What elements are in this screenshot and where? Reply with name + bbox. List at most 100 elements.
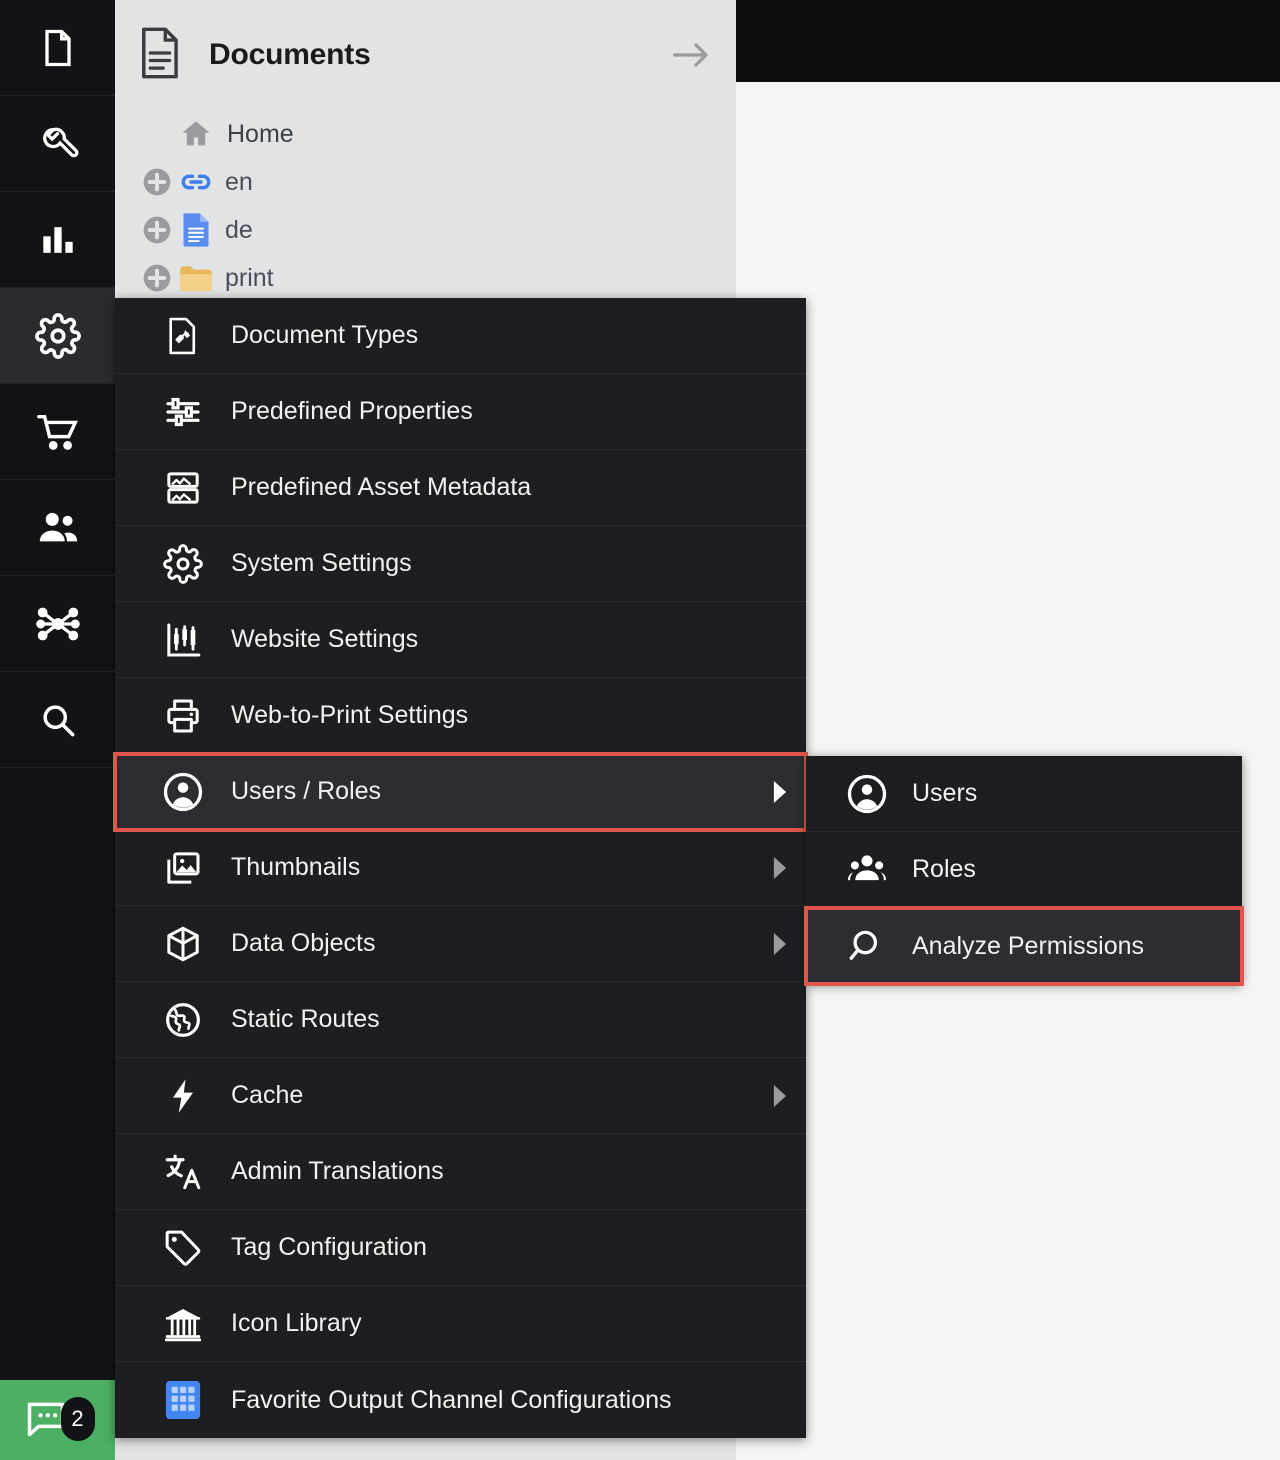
person-circle-icon — [844, 773, 890, 815]
menu-item-label: System Settings — [231, 549, 412, 578]
people-icon — [844, 848, 890, 892]
tree-item-label: en — [225, 168, 253, 197]
gear-icon — [35, 313, 81, 359]
rail-item-search[interactable] — [0, 672, 115, 768]
menu-item-favorite-output-channel-configurations[interactable]: Favorite Output Channel Configurations — [115, 1362, 806, 1438]
menu-item-system-settings[interactable]: System Settings — [115, 526, 806, 602]
arrow-right-icon[interactable] — [671, 40, 711, 70]
menu-item-predefined-properties[interactable]: Predefined Properties — [115, 374, 806, 450]
wrench-icon — [36, 122, 80, 166]
globe-icon — [160, 1000, 206, 1040]
chat-widget-button[interactable]: 2 — [0, 1380, 115, 1460]
printer-icon — [160, 696, 206, 736]
lightning-icon — [160, 1076, 206, 1116]
menu-item-label: Admin Translations — [231, 1157, 444, 1186]
menu-item-admin-translations[interactable]: Admin Translations — [115, 1134, 806, 1210]
network-icon — [35, 601, 81, 647]
tree-item-de[interactable]: de — [135, 206, 736, 254]
gear-icon — [160, 544, 206, 584]
menu-item-cache[interactable]: Cache — [115, 1058, 806, 1134]
document-blue-icon — [179, 212, 213, 248]
documents-tree: Home en — [115, 110, 736, 302]
menu-item-label: Icon Library — [231, 1309, 362, 1338]
menu-item-static-routes[interactable]: Static Routes — [115, 982, 806, 1058]
menu-item-label: Predefined Asset Metadata — [231, 473, 531, 502]
menu-item-label: Document Types — [231, 321, 418, 350]
sliders-icon — [160, 392, 206, 432]
app-root: 2 Documents — [0, 0, 1280, 1460]
menu-item-label: Tag Configuration — [231, 1233, 427, 1262]
menu-item-label: Thumbnails — [231, 853, 360, 882]
submenu-item-analyze-permissions[interactable]: Analyze Permissions — [806, 908, 1242, 984]
menu-item-label: Data Objects — [231, 929, 376, 958]
cube-icon — [160, 924, 206, 964]
tree-item-label: de — [225, 216, 253, 245]
bar-chart-icon — [36, 218, 80, 262]
tree-expander-toggle[interactable] — [135, 262, 179, 294]
menu-item-website-settings[interactable]: Website Settings — [115, 602, 806, 678]
tree-item-en[interactable]: en — [135, 158, 736, 206]
people-icon — [35, 505, 81, 551]
menu-item-label: Users / Roles — [231, 777, 381, 806]
translate-icon — [160, 1151, 206, 1193]
menu-item-tag-configuration[interactable]: Tag Configuration — [115, 1210, 806, 1286]
tree-item-label: Home — [227, 120, 294, 149]
documents-panel-header: Documents — [115, 0, 736, 110]
submenu-item-roles[interactable]: Roles — [806, 832, 1242, 908]
menu-item-label: Website Settings — [231, 625, 418, 654]
rail-item-documents[interactable] — [0, 0, 115, 96]
chat-unread-badge: 2 — [61, 1397, 95, 1441]
settings-context-menu: Document Types Predefined Properties — [115, 298, 806, 1438]
chevron-right-icon — [772, 781, 788, 803]
menu-item-data-objects[interactable]: Data Objects — [115, 906, 806, 982]
person-circle-icon — [160, 771, 206, 813]
submenu-item-label: Roles — [912, 855, 976, 884]
document-wrench-icon — [160, 316, 206, 356]
link-icon — [179, 165, 213, 199]
page-title: Documents — [209, 38, 371, 72]
chevron-right-icon — [772, 933, 788, 955]
menu-item-icon-library[interactable]: Icon Library — [115, 1286, 806, 1362]
document-lines-icon — [135, 25, 187, 86]
menu-item-label: Static Routes — [231, 1005, 380, 1034]
menu-item-label: Predefined Properties — [231, 397, 473, 426]
left-icon-rail: 2 — [0, 0, 115, 1460]
menu-item-web-to-print-settings[interactable]: Web-to-Print Settings — [115, 678, 806, 754]
menu-item-users-roles[interactable]: Users / Roles — [115, 754, 806, 830]
top-bar — [736, 0, 1280, 82]
bank-icon — [160, 1304, 206, 1344]
candlestick-icon — [160, 620, 206, 660]
home-icon — [179, 117, 213, 151]
tag-icon — [160, 1228, 206, 1268]
tree-item-label: print — [225, 264, 274, 293]
users-roles-submenu: Users Roles Analyze Permissions — [806, 756, 1242, 984]
chevron-right-icon — [772, 857, 788, 879]
rail-item-settings[interactable] — [0, 288, 115, 384]
tree-item-home[interactable]: Home — [135, 110, 736, 158]
shopping-cart-icon — [35, 409, 81, 455]
menu-item-label: Web-to-Print Settings — [231, 701, 468, 730]
document-icon — [36, 26, 80, 70]
menu-item-thumbnails[interactable]: Thumbnails — [115, 830, 806, 906]
tree-expander-toggle[interactable] — [135, 166, 179, 198]
submenu-item-label: Analyze Permissions — [912, 932, 1144, 961]
rail-item-customers[interactable] — [0, 480, 115, 576]
submenu-item-label: Users — [912, 779, 977, 808]
rail-item-marketing[interactable] — [0, 576, 115, 672]
submenu-item-users[interactable]: Users — [806, 756, 1242, 832]
rail-item-ecommerce[interactable] — [0, 384, 115, 480]
search-icon — [844, 925, 890, 967]
search-icon — [36, 698, 80, 742]
grid-blue-icon — [160, 1379, 206, 1421]
menu-item-document-types[interactable]: Document Types — [115, 298, 806, 374]
asset-metadata-icon — [160, 468, 206, 508]
menu-item-label: Favorite Output Channel Configurations — [231, 1386, 672, 1415]
image-stack-icon — [160, 848, 206, 888]
menu-item-label: Cache — [231, 1081, 303, 1110]
folder-icon — [179, 262, 213, 294]
rail-item-tools[interactable] — [0, 96, 115, 192]
rail-item-reports[interactable] — [0, 192, 115, 288]
menu-item-predefined-asset-metadata[interactable]: Predefined Asset Metadata — [115, 450, 806, 526]
tree-item-print[interactable]: print — [135, 254, 736, 302]
tree-expander-toggle[interactable] — [135, 214, 179, 246]
